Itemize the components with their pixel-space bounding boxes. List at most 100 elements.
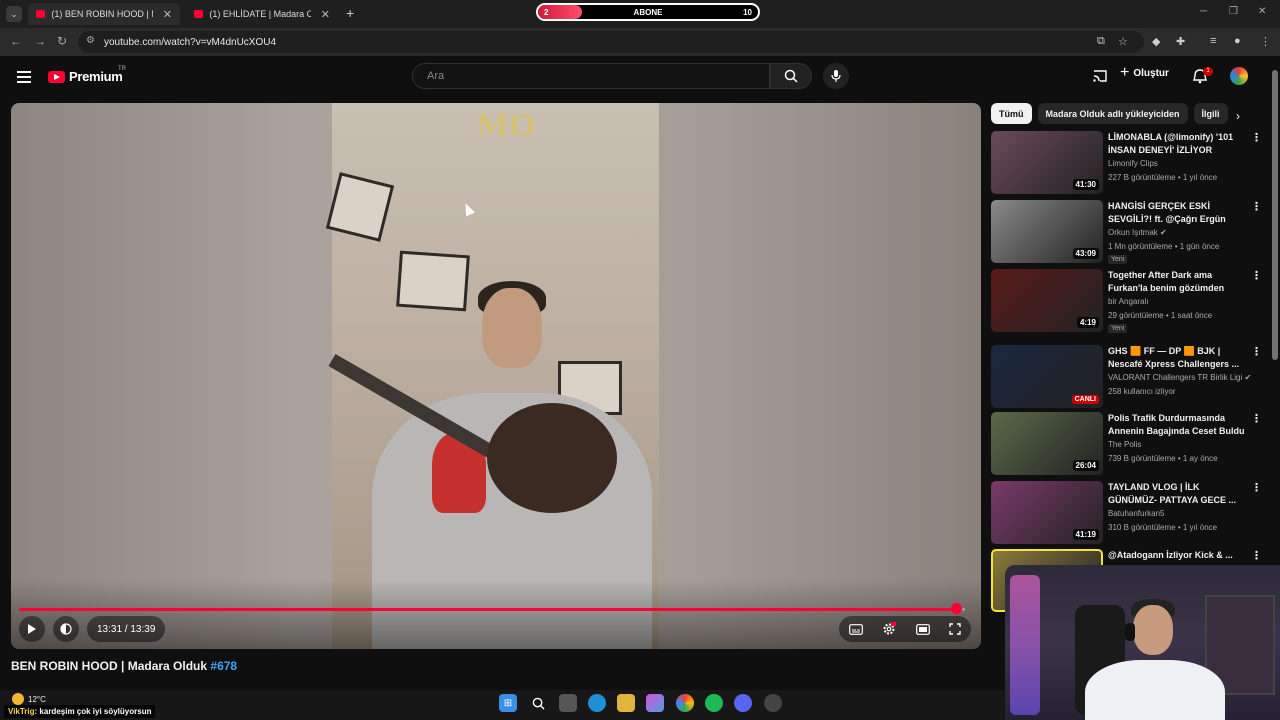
- tab-close-icon[interactable]: ✕: [163, 8, 172, 21]
- recommendation-item[interactable]: 4:19 Together After Dark ama Furkan'la be…: [991, 269, 1266, 333]
- channel-name[interactable]: The Polis: [1108, 440, 1141, 449]
- more-options-icon[interactable]: ⋮: [1251, 551, 1262, 562]
- channel-name[interactable]: bir Angaralı: [1108, 297, 1148, 306]
- hamburger-menu-icon[interactable]: [17, 71, 31, 83]
- browser-tab-1[interactable]: (1) BEN ROBIN HOOD | Madara ✕: [28, 3, 180, 25]
- weather-widget[interactable]: 12°C: [12, 693, 46, 705]
- time-display: 13:31 / 13:39: [87, 616, 166, 642]
- close-window-icon[interactable]: ✕: [1258, 6, 1266, 17]
- scrollbar-thumb[interactable]: [1272, 70, 1278, 360]
- recommendation-title[interactable]: HANGİSİ GERÇEK ESKİ SEVGİLİ?! ft. @Çağrı…: [1108, 200, 1246, 226]
- recommendation-item[interactable]: 43:09 HANGİSİ GERÇEK ESKİ SEVGİLİ?! ft. @…: [991, 200, 1266, 264]
- more-options-icon[interactable]: ⋮: [1251, 271, 1262, 282]
- recommendation-title[interactable]: LİMONABLA (@limonify) '101 İNSAN DENEYİ'…: [1108, 131, 1246, 157]
- discord-icon[interactable]: [734, 694, 752, 712]
- url-text[interactable]: youtube.com/watch?v=vM4dnUcXOU4: [104, 37, 276, 48]
- subtitles-icon[interactable]: [848, 623, 863, 635]
- taskbar-search-icon[interactable]: [529, 694, 547, 712]
- recommendation-item[interactable]: CANLI GHS 🟧 FF — DP 🟧 BJK | Nescafé Xpres…: [991, 345, 1266, 409]
- search-button[interactable]: [770, 63, 812, 89]
- obs-icon[interactable]: [764, 694, 782, 712]
- account-avatar[interactable]: [1230, 67, 1248, 85]
- chip-from-uploader[interactable]: Madara Olduk adlı yükleyiciden: [1037, 103, 1188, 124]
- extension-diamond-icon[interactable]: ◆: [1152, 35, 1160, 48]
- tab-title: (1) BEN ROBIN HOOD | Madara: [51, 9, 152, 19]
- site-info-icon[interactable]: ⚙: [86, 35, 95, 46]
- new-tab-button[interactable]: +: [346, 5, 354, 21]
- back-arrow-icon[interactable]: ←: [10, 34, 22, 48]
- channel-name[interactable]: Batuhanfurkan5: [1108, 509, 1165, 518]
- chip-related[interactable]: İlgili: [1193, 103, 1228, 124]
- volume-icon: [60, 623, 72, 635]
- video-thumbnail[interactable]: 41:30: [991, 131, 1103, 194]
- forward-arrow-icon[interactable]: →: [34, 34, 46, 48]
- wall-certificate: [396, 250, 470, 312]
- video-thumbnail[interactable]: 4:19: [991, 269, 1103, 332]
- media-control-icon[interactable]: ≡: [1210, 35, 1216, 47]
- video-thumbnail[interactable]: 43:09: [991, 200, 1103, 263]
- chevron-right-icon[interactable]: ›: [1236, 109, 1240, 123]
- profile-icon[interactable]: ●: [1234, 35, 1241, 47]
- more-options-icon[interactable]: ⋮: [1251, 483, 1262, 494]
- progress-scrubber-handle[interactable]: [950, 603, 962, 614]
- chat-text: : kardeşim çok iyi söylüyorsun: [34, 707, 152, 716]
- recommendation-title[interactable]: Polis Trafik Durdurmasında Annenin Bagaj…: [1108, 412, 1246, 438]
- bookmark-star-icon[interactable]: ☆: [1118, 35, 1128, 48]
- settings-gear-icon[interactable]: [882, 622, 897, 636]
- volume-button[interactable]: [53, 616, 79, 642]
- play-button[interactable]: [19, 616, 45, 642]
- browser-menu-icon[interactable]: ⋮: [1260, 35, 1271, 48]
- windows-start-icon[interactable]: ⊞: [499, 694, 517, 712]
- spotify-icon[interactable]: [705, 694, 723, 712]
- recommendation-title[interactable]: GHS 🟧 FF — DP 🟧 BJK | Nescafé Xpress Cha…: [1108, 345, 1246, 371]
- install-app-icon[interactable]: ⧉: [1097, 35, 1105, 48]
- video-hashtag-link[interactable]: #678: [210, 659, 237, 673]
- microphone-icon: [831, 70, 841, 82]
- progress-played: [19, 608, 956, 611]
- extensions-puzzle-icon[interactable]: ✚: [1176, 35, 1185, 48]
- more-options-icon[interactable]: ⋮: [1251, 347, 1262, 358]
- more-options-icon[interactable]: ⋮: [1251, 202, 1262, 213]
- tab-list-chevron-icon[interactable]: ⌄: [6, 6, 22, 22]
- task-view-icon[interactable]: [559, 694, 577, 712]
- recommendation-item[interactable]: 26:04 Polis Trafik Durdurmasında Annenin …: [991, 412, 1266, 476]
- recommendation-item[interactable]: 41:30 LİMONABLA (@limonify) '101 İNSAN DE…: [991, 131, 1266, 195]
- maximize-icon[interactable]: ❐: [1229, 6, 1238, 17]
- voice-search-button[interactable]: [823, 63, 849, 89]
- channel-name[interactable]: Limonify Clips: [1108, 159, 1158, 168]
- browser-tab-2[interactable]: (1) EHLİDATE | Madara Olduk # ✕: [186, 3, 338, 25]
- tab-close-icon[interactable]: ✕: [321, 8, 330, 21]
- recommendation-item[interactable]: 41:19 TAYLAND VLOG | İLK GÜNÜMÜZ- PATTAYA…: [991, 481, 1266, 545]
- minimize-icon[interactable]: ─: [1200, 6, 1207, 17]
- reload-icon[interactable]: ↻: [57, 34, 67, 48]
- recommendation-title[interactable]: @Atadogann İzliyor Kick & ...: [1108, 549, 1246, 562]
- youtube-logo[interactable]: Premium: [48, 69, 123, 84]
- video-thumbnail[interactable]: CANLI: [991, 345, 1103, 408]
- browser-tab-bar: ⌄ (1) BEN ROBIN HOOD | Madara ✕ (1) EHLİ…: [0, 0, 1280, 28]
- video-player[interactable]: MO 13:31 / 13:39: [11, 103, 981, 649]
- video-title: BEN ROBIN HOOD | Madara Olduk #678: [11, 659, 237, 673]
- search-input[interactable]: [427, 70, 757, 82]
- chip-all[interactable]: Tümü: [991, 103, 1032, 124]
- chrome-icon[interactable]: [676, 694, 694, 712]
- recommendation-title[interactable]: Together After Dark ama Furkan'la benim …: [1108, 269, 1246, 295]
- youtube-play-logo-icon: [48, 70, 65, 83]
- fullscreen-icon[interactable]: [949, 623, 961, 635]
- create-button[interactable]: + Oluştur: [1120, 65, 1169, 81]
- more-options-icon[interactable]: ⋮: [1251, 133, 1262, 144]
- theater-mode-icon[interactable]: [915, 623, 930, 635]
- recommendation-title[interactable]: TAYLAND VLOG | İLK GÜNÜMÜZ- PATTAYA GECE…: [1108, 481, 1246, 507]
- search-box: [412, 63, 770, 89]
- duration-badge: 41:19: [1072, 529, 1099, 540]
- channel-name[interactable]: Orkun Işıtmak ✔: [1108, 228, 1167, 237]
- video-thumbnail[interactable]: 41:19: [991, 481, 1103, 544]
- video-thumbnail[interactable]: 26:04: [991, 412, 1103, 475]
- channel-name[interactable]: VALORANT Challengers TR Birlik Ligi ✔: [1108, 373, 1251, 382]
- progress-bar[interactable]: [19, 608, 965, 611]
- stream-chat-message: VikTrig : kardeşim çok iyi söylüyorsun: [4, 705, 156, 718]
- more-options-icon[interactable]: ⋮: [1251, 414, 1262, 425]
- copilot-icon[interactable]: [646, 694, 664, 712]
- cast-icon[interactable]: [1092, 69, 1108, 83]
- edge-browser-icon[interactable]: [588, 694, 606, 712]
- file-explorer-icon[interactable]: [617, 694, 635, 712]
